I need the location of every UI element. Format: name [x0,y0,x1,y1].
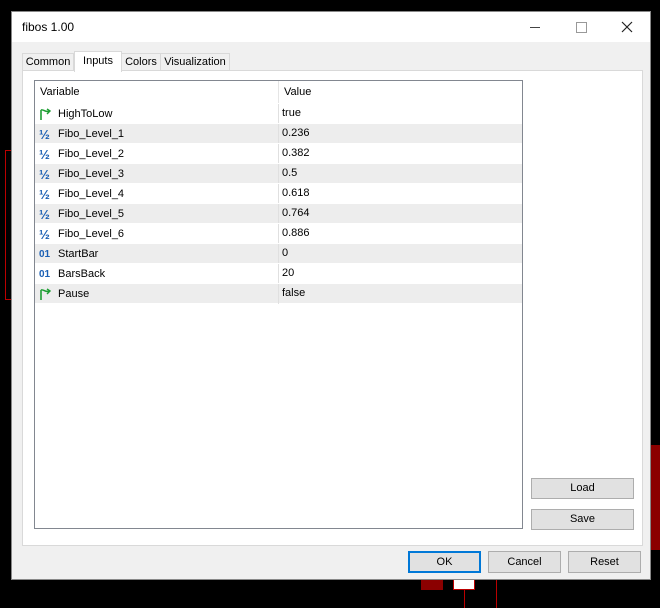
column-divider [278,224,279,244]
column-divider [278,284,279,304]
close-icon [621,21,633,33]
value-cell[interactable]: false [282,284,305,304]
minimize-button[interactable] [512,12,558,42]
value-cell[interactable]: 20 [282,264,294,284]
column-divider [278,204,279,224]
inputs-panel: Variable Value HighToLow true ½ Fibo_Level_… [22,70,643,546]
tab-colors[interactable]: Colors [121,53,161,71]
table-row[interactable]: ½ Fibo_Level_2 0.382 [35,143,522,164]
boolean-flag-icon [39,287,55,301]
double-fraction-icon: ½ [39,126,50,142]
value-cell[interactable]: 0 [282,244,288,264]
integer-icon: 01 [39,248,51,260]
value-cell[interactable]: 0.618 [282,184,310,204]
variable-cell: ½ Fibo_Level_2 [39,144,124,164]
table-row[interactable]: ½ Fibo_Level_1 0.236 [35,123,522,144]
variable-cell: ½ Fibo_Level_6 [39,224,124,244]
chart-bar-right [650,445,660,550]
table-row[interactable]: Pause false [35,283,522,304]
properties-dialog: fibos 1.00 Common Inputs Colors Visualiz… [11,11,651,580]
variable-name: Fibo_Level_2 [58,147,125,160]
variable-cell: 01 StartBar [39,244,98,264]
variable-cell: ½ Fibo_Level_1 [39,124,124,144]
table-row[interactable]: ½ Fibo_Level_4 0.618 [35,183,522,204]
value-cell[interactable]: true [282,104,301,124]
value-cell[interactable]: 0.886 [282,224,310,244]
variable-name: Pause [58,287,90,300]
chart-wick-1 [464,590,465,608]
variable-cell: 01 BarsBack [39,264,105,284]
inputs-grid[interactable]: Variable Value HighToLow true ½ Fibo_Level_… [34,80,523,529]
value-cell[interactable]: 0.236 [282,124,310,144]
tab-common[interactable]: Common [22,53,74,71]
maximize-button[interactable] [558,12,604,42]
variable-cell: ½ Fibo_Level_4 [39,184,124,204]
value-cell[interactable]: 0.764 [282,204,310,224]
integer-icon: 01 [39,268,51,280]
column-divider [278,164,279,184]
double-fraction-icon: ½ [39,206,50,222]
double-fraction-icon: ½ [39,186,50,202]
double-fraction-icon: ½ [39,166,50,182]
table-row[interactable]: ½ Fibo_Level_5 0.764 [35,203,522,224]
table-row[interactable]: HighToLow true [35,103,522,124]
title-bar[interactable]: fibos 1.00 [12,12,650,42]
value-cell[interactable]: 0.5 [282,164,297,184]
variable-name: BarsBack [58,267,106,280]
double-fraction-icon: ½ [39,226,50,242]
variable-name: Fibo_Level_1 [58,127,125,140]
variable-cell: ½ Fibo_Level_5 [39,204,124,224]
column-divider [278,264,279,284]
boolean-flag-icon [39,107,55,121]
variable-cell: ½ Fibo_Level_3 [39,164,124,184]
variable-name: StartBar [58,247,99,260]
column-divider [278,124,279,144]
variable-cell: HighToLow [39,104,112,124]
close-button[interactable] [604,12,650,42]
column-header-variable[interactable]: Variable [35,81,279,103]
column-divider [278,184,279,204]
reset-button[interactable]: Reset [568,551,641,573]
tab-inputs[interactable]: Inputs [74,51,122,72]
variable-cell: Pause [39,284,89,304]
column-divider [278,144,279,164]
table-row[interactable]: 01 BarsBack 20 [35,263,522,284]
cancel-button[interactable]: Cancel [488,551,561,573]
ok-button[interactable]: OK [408,551,481,573]
variable-name: Fibo_Level_4 [58,187,125,200]
variable-name: Fibo_Level_6 [58,227,125,240]
table-row[interactable]: ½ Fibo_Level_3 0.5 [35,163,522,184]
value-cell[interactable]: 0.382 [282,144,310,164]
column-divider [278,244,279,264]
window-title: fibos 1.00 [22,20,75,34]
table-row[interactable]: 01 StartBar 0 [35,243,522,264]
variable-name: Fibo_Level_3 [58,167,125,180]
save-button[interactable]: Save [531,509,634,530]
double-fraction-icon: ½ [39,146,50,162]
variable-name: HighToLow [58,107,113,120]
chart-wick-2 [496,578,497,608]
variable-name: Fibo_Level_5 [58,207,125,220]
tab-visualization[interactable]: Visualization [160,53,230,71]
minimize-icon [530,26,540,28]
column-divider [278,104,279,124]
maximize-icon [575,21,587,33]
column-header-value[interactable]: Value [279,81,523,103]
load-button[interactable]: Load [531,478,634,499]
table-row[interactable]: ½ Fibo_Level_6 0.886 [35,223,522,244]
